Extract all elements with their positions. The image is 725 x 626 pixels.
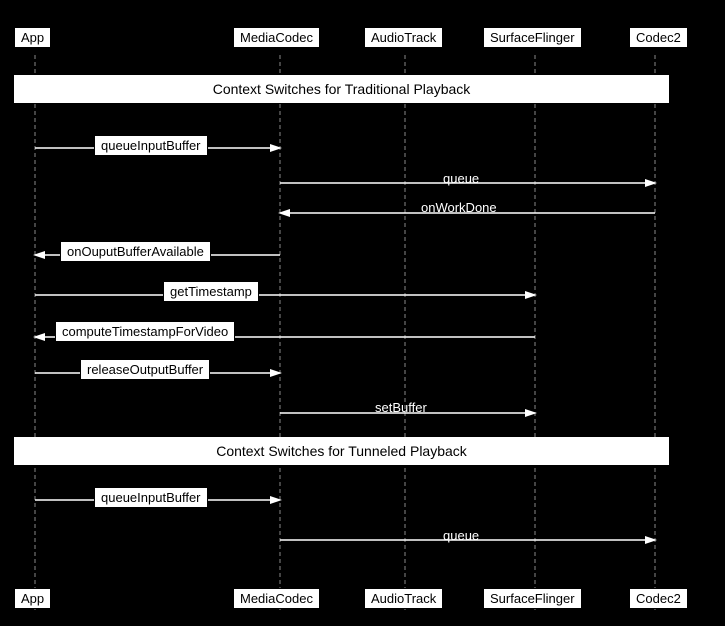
get-timestamp-label: getTimestamp bbox=[163, 281, 259, 302]
set-buffer-label: setBuffer bbox=[375, 400, 427, 415]
release-output-buffer-label: releaseOutputBuffer bbox=[80, 359, 210, 380]
queue-1-label: queue bbox=[443, 171, 479, 186]
header-mediacodec: MediaCodec bbox=[233, 27, 320, 48]
header-surfaceflinger: SurfaceFlinger bbox=[483, 27, 582, 48]
footer-audiotrack: AudioTrack bbox=[364, 588, 443, 609]
queue-2-label: queue bbox=[443, 528, 479, 543]
section2-bar: Context Switches for Tunneled Playback bbox=[14, 437, 669, 465]
footer-codec2: Codec2 bbox=[629, 588, 688, 609]
section1-bar: Context Switches for Traditional Playbac… bbox=[14, 75, 669, 103]
header-audiotrack: AudioTrack bbox=[364, 27, 443, 48]
header-app: App bbox=[14, 27, 51, 48]
header-codec2: Codec2 bbox=[629, 27, 688, 48]
compute-timestamp-label: computeTimestampForVideo bbox=[55, 321, 235, 342]
on-output-buffer-available-label: onOuputBufferAvailable bbox=[60, 241, 211, 262]
queue-input-buffer-2-label: queueInputBuffer bbox=[94, 487, 208, 508]
footer-mediacodec: MediaCodec bbox=[233, 588, 320, 609]
footer-app: App bbox=[14, 588, 51, 609]
diagram: App MediaCodec AudioTrack SurfaceFlinger… bbox=[0, 0, 725, 626]
queue-input-buffer-1-label: queueInputBuffer bbox=[94, 135, 208, 156]
footer-surfaceflinger: SurfaceFlinger bbox=[483, 588, 582, 609]
on-work-done-label: onWorkDone bbox=[421, 200, 497, 215]
